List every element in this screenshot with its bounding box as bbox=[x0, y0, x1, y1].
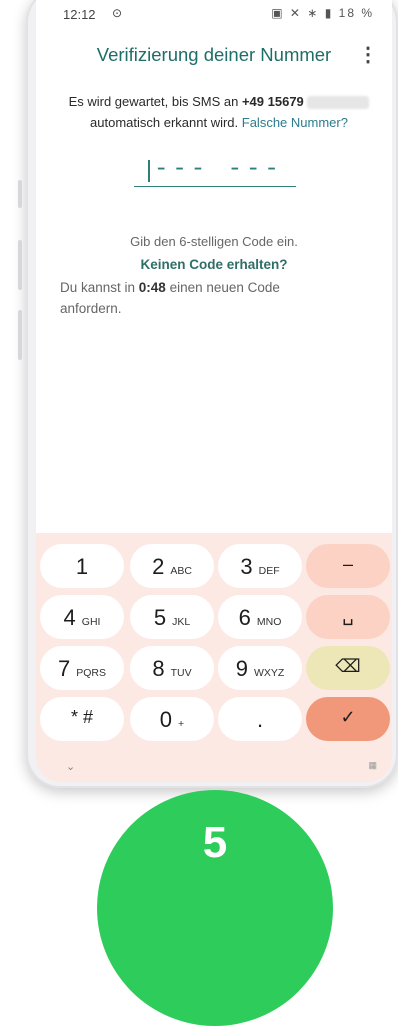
resend-info: Du kannst in 0:48 einen neuen Code anfor… bbox=[60, 277, 320, 319]
key-label: 2 bbox=[152, 554, 165, 579]
key-sublabel: DEF bbox=[258, 565, 280, 577]
no-code-link[interactable]: Keinen Code erhalten? bbox=[36, 257, 392, 272]
code-placeholder: --- --- bbox=[154, 156, 283, 183]
phone-number: +49 15679 bbox=[241, 94, 304, 109]
key-1[interactable]: 1 bbox=[40, 544, 124, 588]
chevron-down-icon[interactable]: ⌄ bbox=[66, 760, 75, 773]
done-key[interactable]: ✓ bbox=[306, 697, 390, 741]
key-6[interactable]: 6 MNO bbox=[218, 595, 302, 639]
space-icon: ␣ bbox=[342, 605, 354, 625]
message-suffix: automatisch erkannt wird. bbox=[90, 115, 239, 130]
status-bar: 12:12 ⊙ ▣ ✕ ∗ ▮ 18 % bbox=[36, 0, 392, 30]
key-sublabel: TUV bbox=[170, 667, 192, 679]
status-icons: ▣ ✕ ∗ ▮ 18 % bbox=[271, 6, 374, 20]
key-label: 9 bbox=[235, 656, 248, 681]
code-hint: Gib den 6-stelligen Code ein. bbox=[130, 234, 298, 249]
key-label: 1 bbox=[75, 554, 89, 579]
key-label: 5 bbox=[153, 605, 167, 630]
key-7[interactable]: 7 PQRS bbox=[40, 646, 124, 690]
status-time: 12:12 bbox=[63, 7, 96, 22]
key-sublabel: WXYZ bbox=[253, 667, 285, 679]
key-4[interactable]: 4 GHI bbox=[40, 595, 124, 639]
backspace-icon: ⌫ bbox=[335, 656, 361, 676]
key-label: * # bbox=[70, 707, 94, 727]
key-label: 6 bbox=[238, 605, 251, 630]
key-2[interactable]: 2 ABC bbox=[130, 544, 214, 588]
key-sublabel: + bbox=[178, 718, 185, 730]
countdown: 0:48 bbox=[138, 280, 166, 295]
key-5[interactable]: 5 JKL bbox=[130, 595, 214, 639]
side-button bbox=[18, 240, 22, 290]
key-label: 3 bbox=[240, 554, 253, 579]
key-sublabel: GHI bbox=[81, 616, 101, 628]
key-symbols[interactable]: * # bbox=[40, 697, 124, 741]
key-0[interactable]: 0 + bbox=[130, 697, 214, 741]
redacted-number bbox=[307, 96, 370, 110]
wrong-number-link[interactable]: Falsche Nummer? bbox=[242, 115, 348, 130]
text-cursor bbox=[148, 160, 150, 182]
key-period[interactable]: . bbox=[218, 697, 302, 741]
key-sublabel: ABC bbox=[170, 565, 192, 577]
key-label: . bbox=[256, 707, 264, 732]
battery-text: 18 % bbox=[338, 6, 374, 20]
key-8[interactable]: 8 TUV bbox=[130, 646, 214, 690]
location-icon: ⊙ bbox=[112, 6, 123, 20]
backspace-key[interactable]: ⌫ bbox=[306, 646, 390, 690]
side-button bbox=[18, 180, 22, 208]
space-key[interactable]: ␣ bbox=[306, 595, 390, 639]
waiting-message: Es wird gewartet, bis SMS an +49 15679 a… bbox=[60, 91, 378, 133]
message-prefix: Es wird gewartet, bis SMS an bbox=[68, 94, 242, 109]
step-number: 5 bbox=[202, 818, 228, 867]
key-9[interactable]: 9 WXYZ bbox=[218, 646, 302, 690]
key-3[interactable]: 3 DEF bbox=[218, 544, 302, 588]
resend-before: Du kannst in bbox=[60, 280, 139, 295]
key-sublabel: JKL bbox=[172, 616, 191, 628]
key-label: 0 bbox=[159, 707, 173, 732]
more-vert-icon[interactable]: ⋮ bbox=[358, 42, 378, 67]
minus-icon: – bbox=[342, 554, 353, 574]
screen: 12:12 ⊙ ▣ ✕ ∗ ▮ 18 % Verifizierung deine… bbox=[36, 0, 392, 782]
page-title: Verifizierung deiner Nummer bbox=[96, 44, 332, 65]
minus-key[interactable]: – bbox=[306, 544, 390, 588]
key-sublabel: PQRS bbox=[76, 667, 106, 679]
side-button bbox=[18, 310, 22, 360]
keyboard-icon[interactable]: ▦ bbox=[368, 760, 378, 771]
key-label: 8 bbox=[152, 656, 165, 681]
key-label: 4 bbox=[63, 605, 76, 630]
code-input[interactable]: --- --- bbox=[134, 156, 296, 187]
key-sublabel: MNO bbox=[256, 616, 282, 628]
key-label: 7 bbox=[57, 656, 71, 681]
check-icon: ✓ bbox=[340, 707, 356, 727]
